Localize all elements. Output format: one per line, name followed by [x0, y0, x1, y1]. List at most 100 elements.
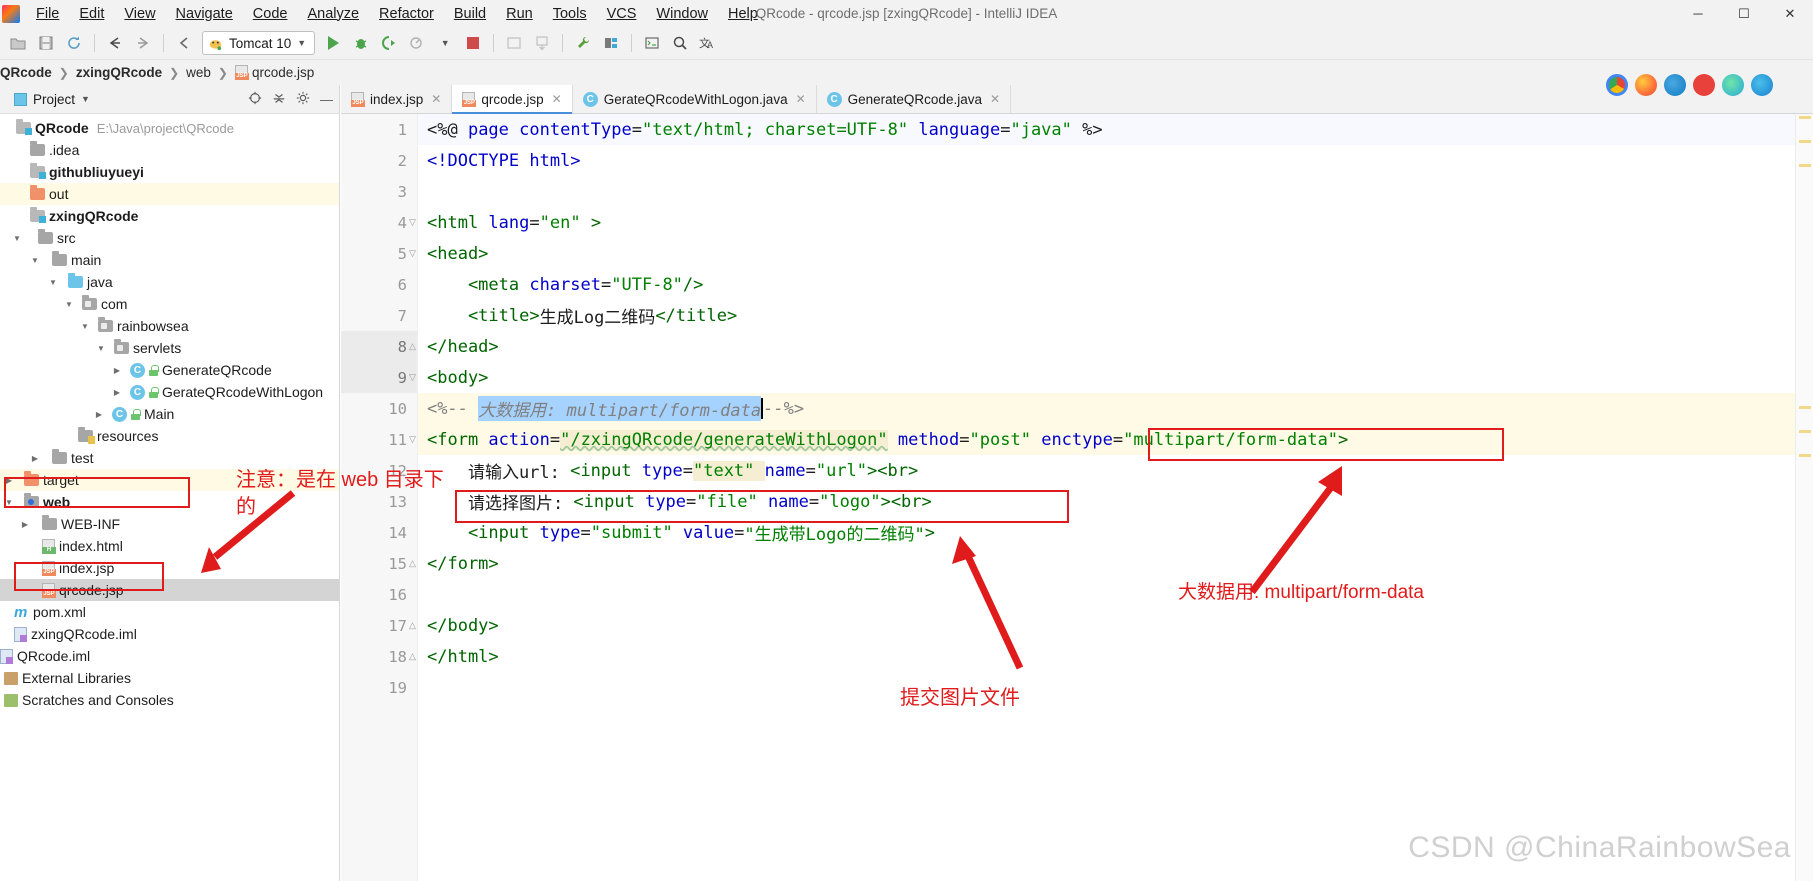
- stop-icon[interactable]: [460, 31, 486, 55]
- tree-expand-arrow[interactable]: [92, 410, 106, 419]
- terminal-icon[interactable]: [639, 31, 665, 55]
- collapse-all-icon[interactable]: [272, 91, 286, 108]
- tab-generateqrcode-java[interactable]: C GenerateQRcode.java ✕: [817, 85, 1012, 113]
- run-configuration-selector[interactable]: Tomcat 10 ▼: [202, 31, 316, 55]
- search-icon[interactable]: [667, 31, 693, 55]
- tree-item-zxingqrcode[interactable]: zxingQRcode: [0, 205, 339, 227]
- fold-marker[interactable]: △: [407, 610, 418, 641]
- tree-item-servlets[interactable]: servlets: [0, 337, 339, 359]
- target-icon[interactable]: [248, 91, 262, 108]
- tree-item-generateqrcode[interactable]: C GenerateQRcode: [0, 359, 339, 381]
- tree-item-com[interactable]: com: [0, 293, 339, 315]
- close-icon[interactable]: ✕: [796, 92, 806, 106]
- breadcrumb-item-web[interactable]: web: [186, 65, 211, 80]
- fold-marker[interactable]: △: [407, 331, 418, 362]
- tree-item-rainbowsea[interactable]: rainbowsea: [0, 315, 339, 337]
- hide-panel-icon[interactable]: —: [320, 92, 333, 107]
- tree-item-main[interactable]: main: [0, 249, 339, 271]
- tree-item-target[interactable]: target: [0, 469, 339, 491]
- menu-run[interactable]: Run: [496, 3, 543, 25]
- fold-marker[interactable]: ▽: [407, 424, 418, 455]
- minimize-button[interactable]: ─: [1675, 0, 1721, 27]
- open-icon[interactable]: [5, 31, 31, 55]
- tree-item-qrcode-root[interactable]: QRcode E:\Java\project\QRcode: [0, 117, 339, 139]
- fold-marker[interactable]: ▽: [407, 238, 418, 269]
- tree-item-out[interactable]: out: [0, 183, 339, 205]
- tree-expand-arrow[interactable]: [2, 476, 16, 485]
- close-icon[interactable]: ✕: [552, 92, 562, 106]
- editor-marker-strip[interactable]: [1795, 114, 1813, 881]
- run-icon[interactable]: [320, 31, 346, 55]
- menu-window[interactable]: Window: [646, 3, 718, 25]
- tree-item-pom-xml[interactable]: m pom.xml: [0, 601, 339, 623]
- edge-icon[interactable]: [1751, 74, 1773, 96]
- tree-item-java[interactable]: java: [0, 271, 339, 293]
- menu-vcs[interactable]: VCS: [597, 3, 647, 25]
- tree-expand-arrow[interactable]: [110, 366, 124, 375]
- menu-analyze[interactable]: Analyze: [297, 3, 369, 25]
- breadcrumb-item-module[interactable]: zxingQRcode: [76, 65, 162, 80]
- firefox-icon[interactable]: [1635, 74, 1657, 96]
- tree-item-src[interactable]: src: [0, 227, 339, 249]
- update-icon[interactable]: [529, 31, 555, 55]
- tree-collapse-arrow[interactable]: [78, 322, 92, 331]
- layout-icon[interactable]: [501, 31, 527, 55]
- tree-collapse-arrow[interactable]: [28, 256, 42, 265]
- fold-marker[interactable]: △: [407, 641, 418, 672]
- menu-tools[interactable]: Tools: [543, 3, 597, 25]
- profile-icon[interactable]: [404, 31, 430, 55]
- debug-icon[interactable]: [348, 31, 374, 55]
- close-icon[interactable]: ✕: [431, 92, 441, 106]
- tree-item-web-inf[interactable]: WEB-INF: [0, 513, 339, 535]
- tree-collapse-arrow[interactable]: [62, 300, 76, 309]
- tree-item-qrcode-iml[interactable]: QRcode.iml: [0, 645, 339, 667]
- undo-icon[interactable]: [171, 31, 197, 55]
- edge-legacy-icon[interactable]: [1664, 74, 1686, 96]
- tree-item-web[interactable]: web: [0, 491, 339, 513]
- menu-navigate[interactable]: Navigate: [166, 3, 243, 25]
- menu-view[interactable]: View: [114, 3, 165, 25]
- menu-build[interactable]: Build: [444, 3, 496, 25]
- menu-edit[interactable]: Edit: [69, 3, 114, 25]
- tree-item-gerateqrcodewithlogon[interactable]: C GerateQRcodeWithLogon: [0, 381, 339, 403]
- tab-index-jsp[interactable]: JSP index.jsp ✕: [341, 85, 453, 113]
- profile-dropdown-icon[interactable]: ▼: [432, 31, 458, 55]
- tab-gerateqrcodewithlogon-java[interactable]: C GerateQRcodeWithLogon.java ✕: [573, 85, 817, 113]
- structure-icon[interactable]: [598, 31, 624, 55]
- opera-icon[interactable]: [1693, 74, 1715, 96]
- tree-item-index-jsp[interactable]: JSP index.jsp: [0, 557, 339, 579]
- tree-item-index-html[interactable]: H index.html: [0, 535, 339, 557]
- sync-icon[interactable]: [61, 31, 87, 55]
- tree-item-zxingqrcode-iml[interactable]: zxingQRcode.iml: [0, 623, 339, 645]
- tree-collapse-arrow[interactable]: [2, 498, 16, 507]
- tree-item-idea[interactable]: .idea: [0, 139, 339, 161]
- tree-item-test[interactable]: test: [0, 447, 339, 469]
- back-icon[interactable]: [102, 31, 128, 55]
- tree-item-scratches-and-consoles[interactable]: Scratches and Consoles: [0, 689, 339, 711]
- tree-item-external-libraries[interactable]: External Libraries: [0, 667, 339, 689]
- menu-help[interactable]: Help: [718, 3, 768, 25]
- forward-icon[interactable]: [130, 31, 156, 55]
- tree-expand-arrow[interactable]: [28, 454, 42, 463]
- tree-item-resources[interactable]: resources: [0, 425, 339, 447]
- tree-collapse-arrow[interactable]: [10, 234, 24, 243]
- tree-collapse-arrow[interactable]: [46, 278, 60, 287]
- settings-wrench-icon[interactable]: [570, 31, 596, 55]
- safari-icon[interactable]: [1722, 74, 1744, 96]
- code-content[interactable]: <%@ page contentType = "text/html; charset…: [418, 114, 1795, 881]
- tree-collapse-arrow[interactable]: [94, 344, 108, 353]
- tab-qrcode-jsp[interactable]: JSP qrcode.jsp ✕: [452, 85, 573, 114]
- fold-marker[interactable]: ▽: [407, 362, 418, 393]
- breadcrumb-item-project[interactable]: QRcode: [0, 65, 52, 80]
- tree-expand-arrow[interactable]: [18, 520, 32, 529]
- chrome-icon[interactable]: [1606, 74, 1628, 96]
- run-coverage-icon[interactable]: [376, 31, 402, 55]
- chevron-down-icon[interactable]: ▼: [81, 94, 90, 104]
- fold-marker[interactable]: ▽: [407, 207, 418, 238]
- tree-expand-arrow[interactable]: [110, 388, 124, 397]
- translate-icon[interactable]: 文A: [695, 31, 721, 55]
- fold-marker[interactable]: △: [407, 548, 418, 579]
- menu-file[interactable]: File: [26, 3, 69, 25]
- save-icon[interactable]: [33, 31, 59, 55]
- close-icon[interactable]: ✕: [990, 92, 1000, 106]
